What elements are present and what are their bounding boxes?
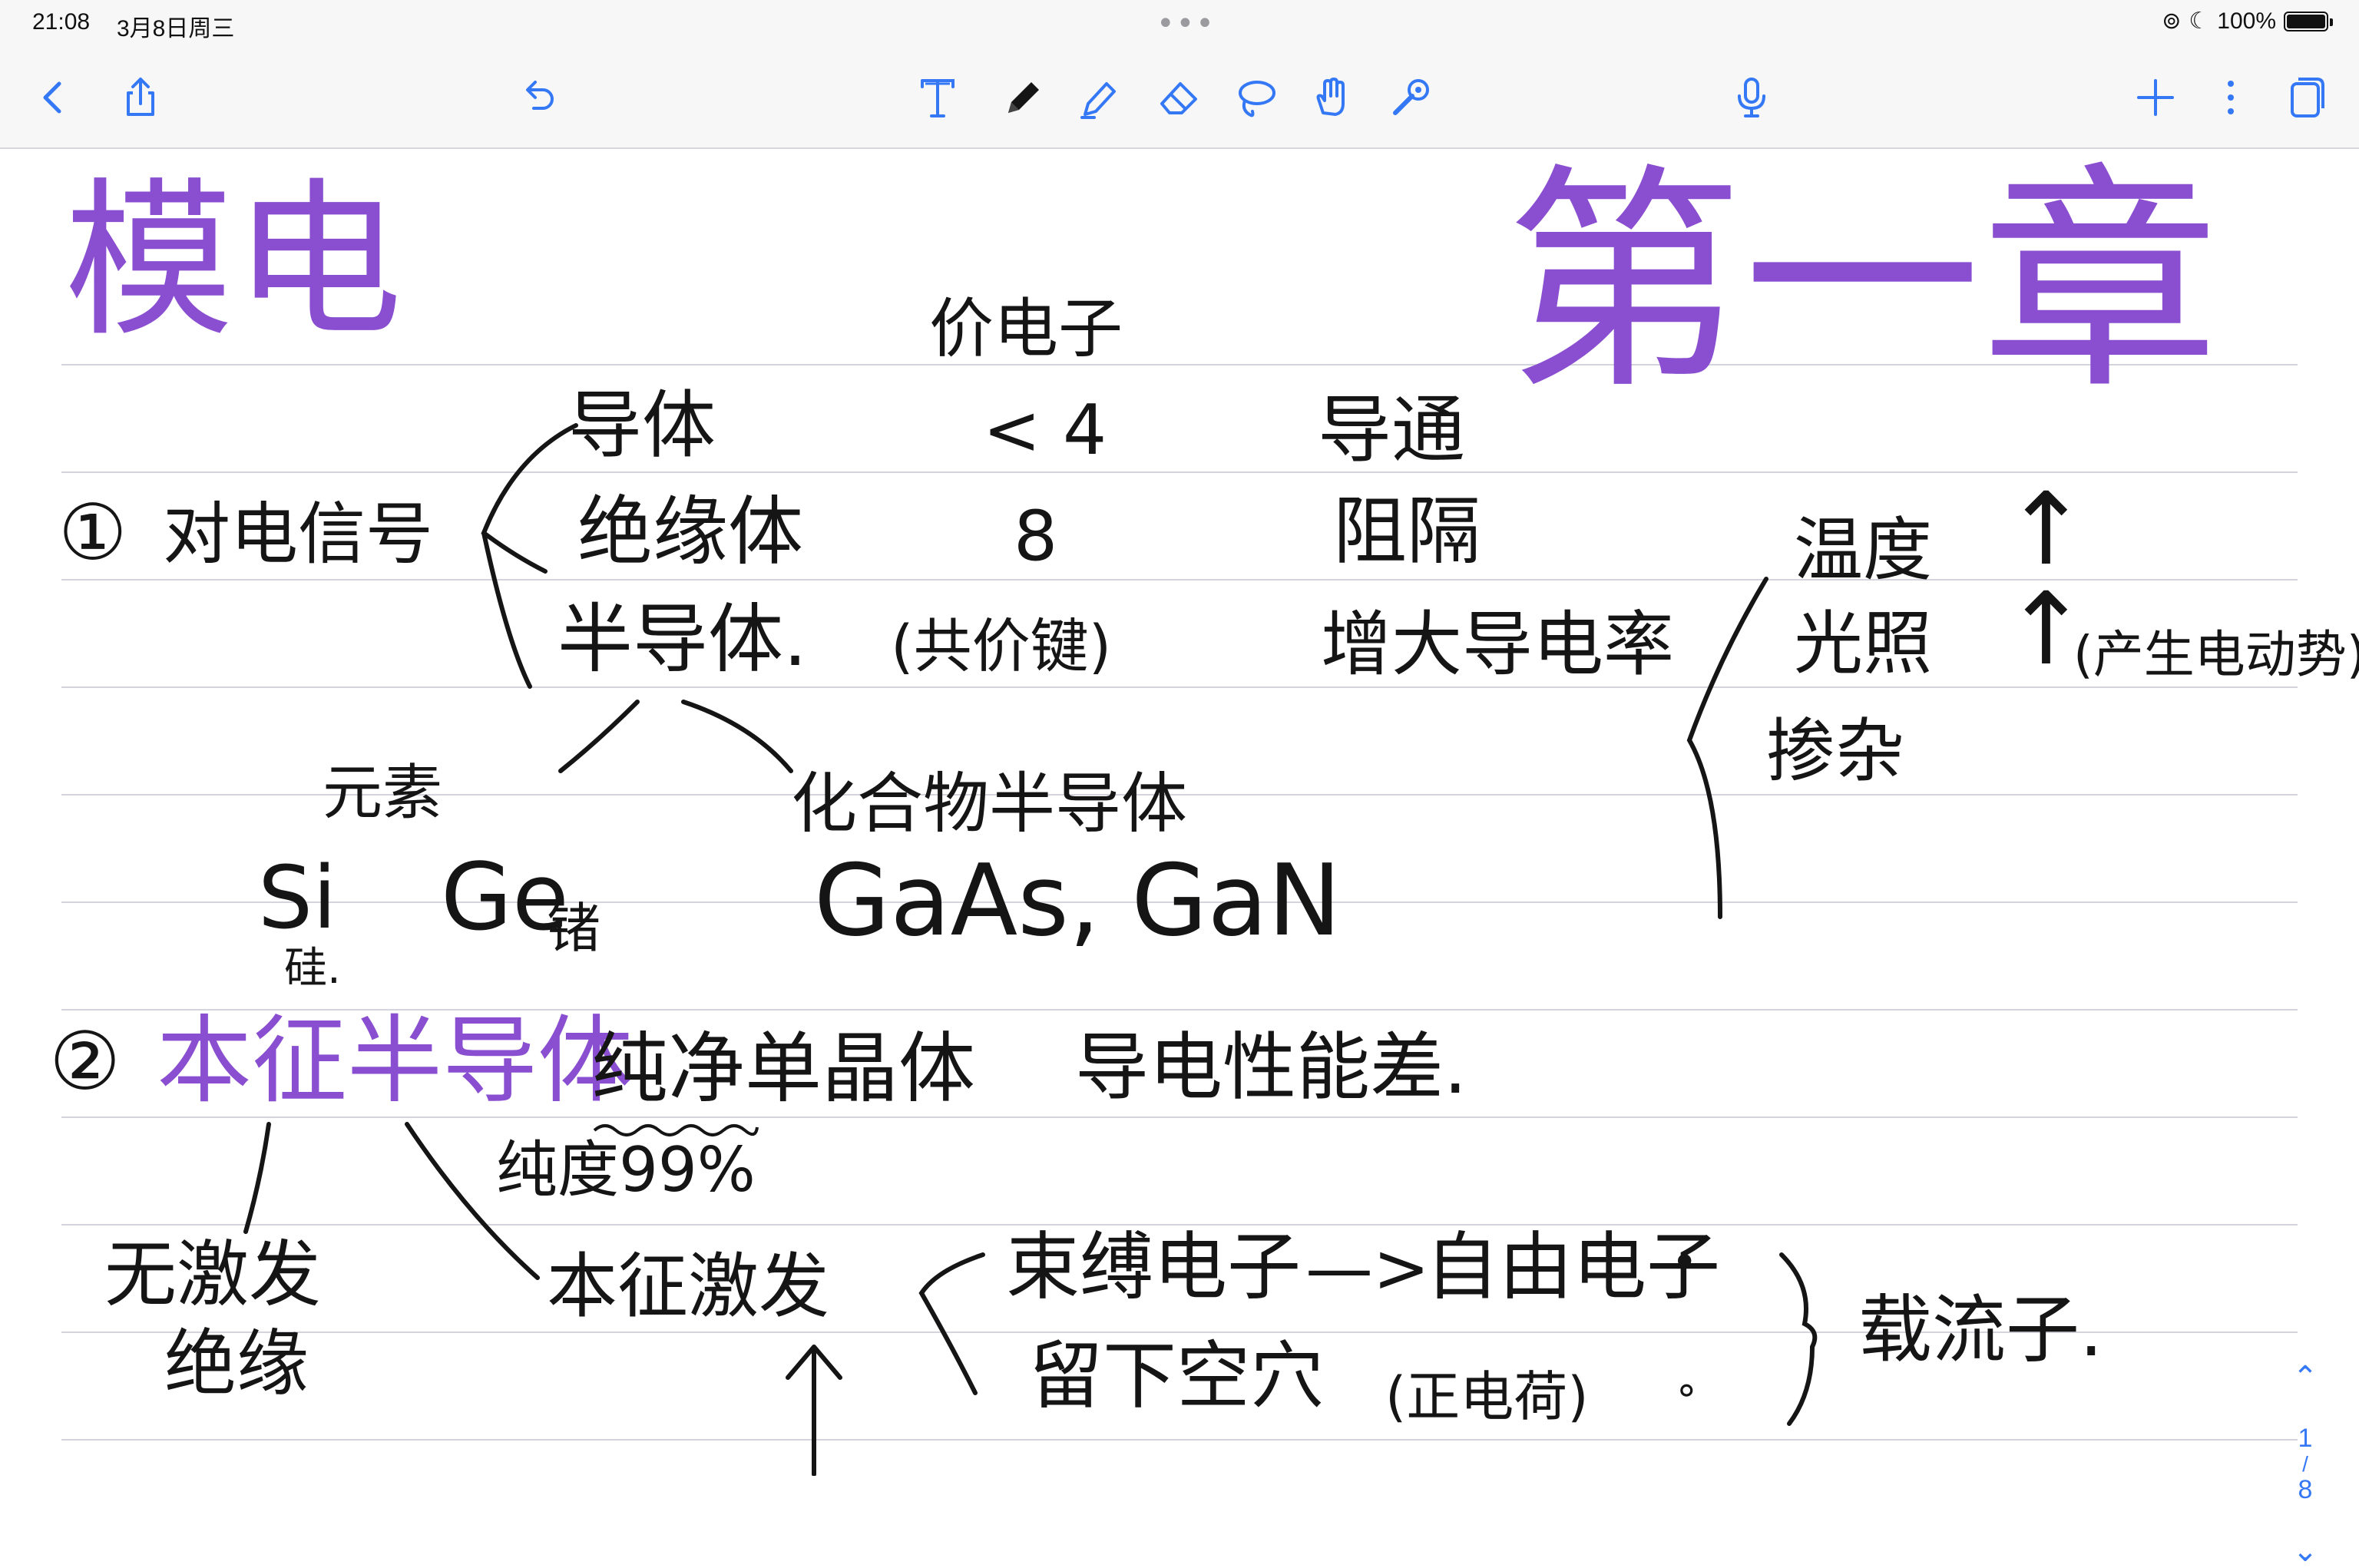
share-icon[interactable] (114, 71, 167, 124)
conductor-valence: < 4 (983, 390, 1107, 471)
electron-dot: • (1671, 1236, 1699, 1289)
positive-charge-note: (正电荷) (1385, 1365, 1589, 1428)
insulator-label: 绝缘体 (577, 488, 804, 576)
total-pages: 8 (2298, 1475, 2313, 1504)
microphone-icon[interactable] (1725, 71, 1778, 124)
bracket-factors (1686, 577, 1768, 919)
factor-temperature: 温度 (1794, 510, 1932, 590)
battery-icon (2284, 11, 2333, 31)
valence-header: 价电子 (929, 291, 1123, 366)
battery-percent: 100% (2217, 8, 2276, 34)
highlighter-icon[interactable] (1072, 71, 1126, 124)
carrier-label: 载流子. (1858, 1287, 2103, 1373)
up-arrow-bottom (786, 1345, 842, 1476)
silicon-symbol: Si (258, 849, 337, 948)
insulating-label: 绝缘 (164, 1322, 309, 1406)
bracket-carrier (1779, 1252, 1818, 1426)
element-label: 元素 (323, 759, 443, 828)
transition-arrow: —> (1305, 1229, 1430, 1308)
photo-effect-note: (产生电动势) (2073, 625, 2359, 684)
text-tool-icon[interactable] (911, 71, 964, 124)
covalent-bond-note: (共价键) (891, 612, 1112, 680)
page-up-icon[interactable]: ⌃ (2282, 1362, 2328, 1393)
insulator-valence: 8 (1014, 496, 1058, 577)
hand-icon[interactable] (1305, 71, 1359, 124)
compound-label: 化合物半导体 (791, 766, 1187, 842)
note-title: 模电 (65, 163, 403, 359)
lock-rotation-icon: ⊚ (2162, 8, 2182, 34)
plus-icon[interactable] (2129, 71, 2182, 124)
silicon-chinese: 硅. (284, 944, 341, 994)
conductor-label: 导体 (568, 382, 716, 468)
section-number-1: ① (58, 488, 127, 577)
status-right: ⊚ ☾ 100% (2162, 8, 2333, 35)
page-separator: / (2302, 1452, 2308, 1476)
compound-examples: GaAs, GaN (814, 844, 1342, 958)
section-number-2: ② (49, 1014, 121, 1108)
chevron-left-icon[interactable] (26, 71, 80, 124)
no-excitation-label: 无激发 (104, 1233, 322, 1317)
chapter-heading: 第一章 (1505, 144, 2219, 422)
pages-icon[interactable] (2279, 71, 2333, 124)
intrinsic-excitation-label: 本征激发 (547, 1245, 830, 1328)
eraser-icon[interactable] (1152, 71, 1206, 124)
conductor-property: 导通 (1318, 387, 1465, 473)
insulator-property: 阻隔 (1333, 488, 1481, 574)
poor-conductivity-label: 导电性能差. (1075, 1024, 1467, 1110)
hole-label: 留下空穴 (1029, 1333, 1324, 1419)
page-indicator[interactable]: ⌃ 1 / 8 ⌄ (2282, 1362, 2328, 1566)
pure-crystal-label: 纯净单晶体 (591, 1024, 975, 1113)
laser-icon[interactable] (1384, 71, 1438, 124)
increase-conductivity: 增大导电率 (1321, 604, 1675, 686)
toolbar (0, 48, 2359, 149)
undo-icon[interactable] (511, 71, 565, 124)
factor-light: 光照 (1794, 604, 1932, 684)
bracket-excitation (918, 1252, 985, 1395)
multitask-dots[interactable]: ••• (1156, 6, 1216, 41)
status-bar: 21:08 3月8日周三 ••• ⊚ ☾ 100% (0, 0, 2359, 48)
status-time: 21:08 (32, 9, 91, 35)
lasso-icon[interactable] (1229, 71, 1282, 124)
ruled-line (61, 471, 2298, 473)
intrinsic-semiconductor: 本征半导体 (157, 1006, 634, 1116)
status-date: 3月8日周三 (117, 16, 235, 41)
current-page: 1 (2298, 1424, 2313, 1453)
ruled-line (61, 579, 2298, 581)
note-page[interactable]: 模电 第一章 价电子 ① 对电信号 导体 < 4 导通 绝缘体 8 阻隔 半导体… (0, 144, 2359, 1566)
semiconductor-label: 半导体. (557, 596, 808, 683)
germanium-chinese: 锗 (547, 897, 601, 960)
signal-label: 对电信号 (163, 495, 434, 574)
pen-icon[interactable] (995, 71, 1049, 124)
ruled-line (61, 686, 2298, 688)
moon-icon: ☾ (2189, 8, 2210, 34)
factor-doping: 掺杂 (1766, 711, 1904, 792)
bound-electron-label: 束缚电子 (1006, 1224, 1301, 1310)
page-down-icon[interactable]: ⌄ (2282, 1536, 2328, 1566)
temperature-arrow: ↑ (2004, 471, 2088, 587)
semiconductor-branches (558, 700, 793, 773)
more-icon[interactable] (2204, 71, 2258, 124)
hole-dot: ∘ (1674, 1367, 1699, 1413)
